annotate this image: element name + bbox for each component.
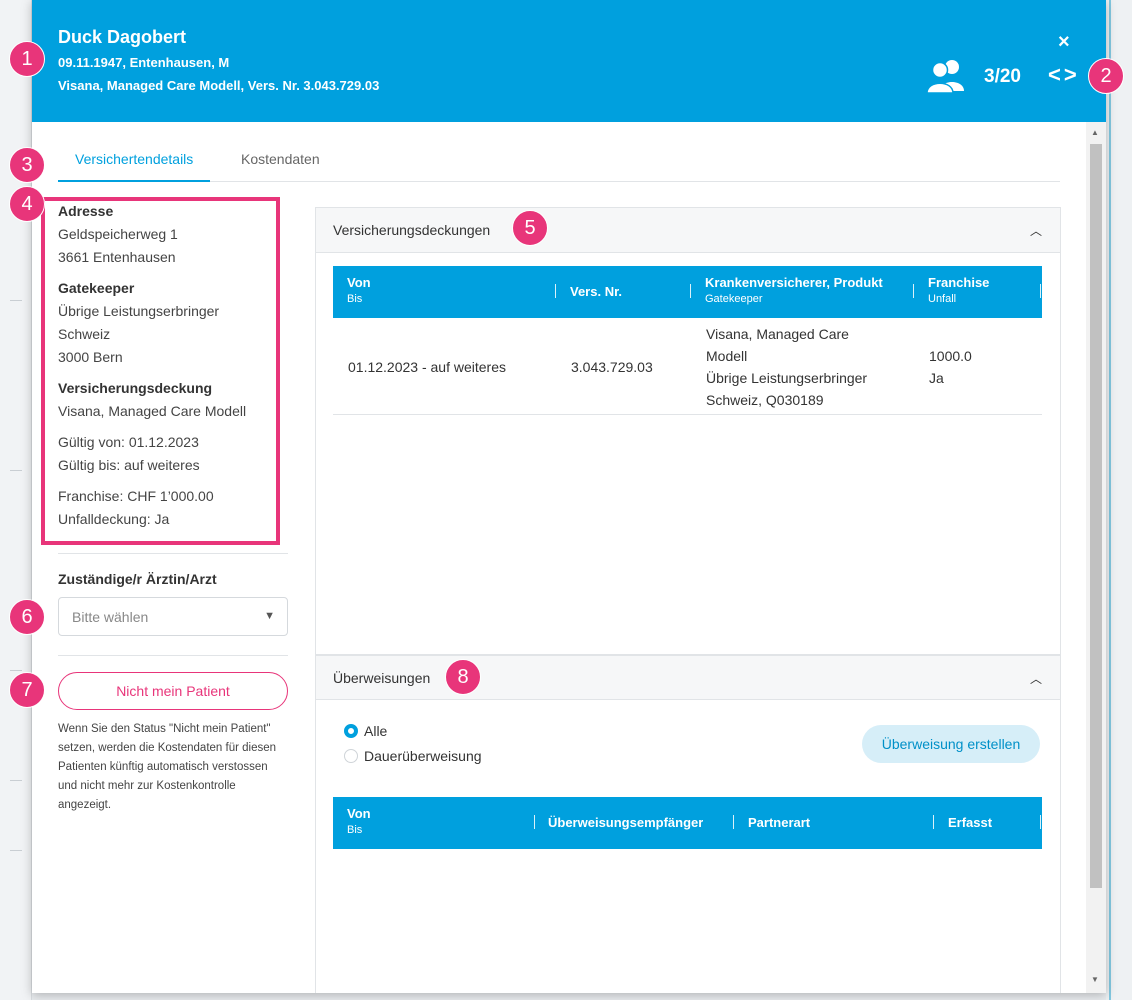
column-separator [534,815,535,829]
column-separator [933,815,934,829]
column-header[interactable]: Partnerart [748,815,898,830]
divider [58,553,288,554]
backdrop-mark [10,300,22,301]
coverage-vers-nr: 3.043.729.03 [571,359,653,375]
column-header[interactable]: Überweisungsempfänger [548,815,703,830]
column-separator [913,284,914,298]
referrals-panel: Überweisungen ︿ Alle Dauerüberweisung Vo… [315,655,1061,993]
caret-down-icon: ▼ [264,610,275,622]
coverage-table-header: Von Bis Vers. Nr. Krankenversicherer, Pro… [333,266,1042,318]
coverage-period: 01.12.2023 - auf weiteres [348,359,506,375]
doctor-select-placeholder: Bitte wählen [72,609,149,625]
coverage-panel-title: Versicherungsdeckungen [333,222,491,238]
radio-all[interactable]: Alle [344,723,387,739]
column-separator [690,284,691,298]
annotation-badge: 4 [9,186,45,222]
column-header[interactable]: Von Bis [347,275,537,305]
prev-next-nav[interactable]: <> [1048,62,1080,88]
not-my-patient-description: Wenn Sie den Status "Nicht mein Patient"… [58,723,277,811]
chevron-up-icon[interactable]: ︿ [1030,222,1042,239]
patient-counter: 3/20 [984,66,1021,87]
create-referral-button[interactable]: Überweisung erstellen [862,725,1040,763]
tab-bar: Versichertendetails Kostendaten [57,140,1060,182]
annotation-badge: 8 [445,659,481,695]
radio-checked-icon [344,724,358,738]
coverage-franchise: 1000.0 Ja [929,348,972,386]
modal-header: Duck Dagobert 09.11.1947, Entenhausen, M… [32,0,1106,122]
column-header[interactable]: Vers. Nr. [570,284,670,299]
close-icon[interactable]: × [1058,31,1070,54]
tab-kostendaten[interactable]: Kostendaten [241,151,320,167]
annotation-badge: 6 [9,599,45,635]
patient-name: Duck Dagobert [58,27,187,47]
annotation-badge: 3 [9,147,45,183]
column-separator [1040,815,1041,829]
backdrop-mark [10,850,22,851]
coverage-panel-header[interactable]: Versicherungsdeckungen ︿ [316,208,1060,253]
backdrop-mark [10,780,22,781]
annotation-badge: 2 [1088,58,1124,94]
column-separator [1040,284,1041,298]
column-header[interactable]: Franchise Unfall [928,275,1028,305]
annotation-badge: 5 [512,210,548,246]
column-header[interactable]: Von Bis [347,806,497,836]
users-icon [926,60,964,93]
patient-insurance-info: Visana, Managed Care Modell, Vers. Nr. 3… [58,78,380,93]
divider [58,655,288,656]
scrollbar-thumb[interactable] [1090,144,1102,888]
tab-versichertendetails[interactable]: Versichertendetails [57,151,211,182]
column-separator [733,815,734,829]
doctor-label: Zuständige/r Ärztin/Arzt [58,571,217,587]
backdrop-mark [10,670,22,671]
backdrop-mark [10,470,22,471]
annotation-badge: 7 [9,672,45,708]
not-my-patient-button[interactable]: Nicht mein Patient [58,672,288,710]
coverage-insurer: Visana, Managed Care Modell Übrige Leist… [706,326,868,408]
background-app-right [1106,0,1132,1000]
highlight-box [41,197,280,545]
backdrop-accent-line [1109,0,1111,1000]
doctor-select[interactable]: Bitte wählen ▼ [58,597,288,636]
referrals-table-header: Von Bis Überweisungsempfänger Partnerart … [333,797,1042,849]
referrals-panel-header[interactable]: Überweisungen ︿ [316,655,1060,700]
table-row[interactable]: 01.12.2023 - auf weiteres 3.043.729.03 V… [333,318,1042,415]
column-separator [555,284,556,298]
column-header[interactable]: Krankenversicherer, Produkt Gatekeeper [705,275,885,305]
referrals-panel-title: Überweisungen [333,670,431,686]
scroll-up-arrow[interactable]: ▲ [1091,128,1099,137]
radio-permanent[interactable]: Dauerüberweisung [344,748,482,764]
coverage-panel: Versicherungsdeckungen ︿ Von Bis Vers. Nr… [315,207,1061,655]
scroll-down-arrow[interactable]: ▼ [1091,975,1099,984]
column-header[interactable]: Erfasst [948,815,1038,830]
chevron-up-icon[interactable]: ︿ [1030,670,1042,687]
annotation-badge: 1 [9,41,45,77]
radio-unchecked-icon [344,749,358,763]
patient-birth-info: 09.11.1947, Entenhausen, M [58,55,230,70]
scrollbar[interactable]: ▲ ▼ [1086,122,1106,993]
